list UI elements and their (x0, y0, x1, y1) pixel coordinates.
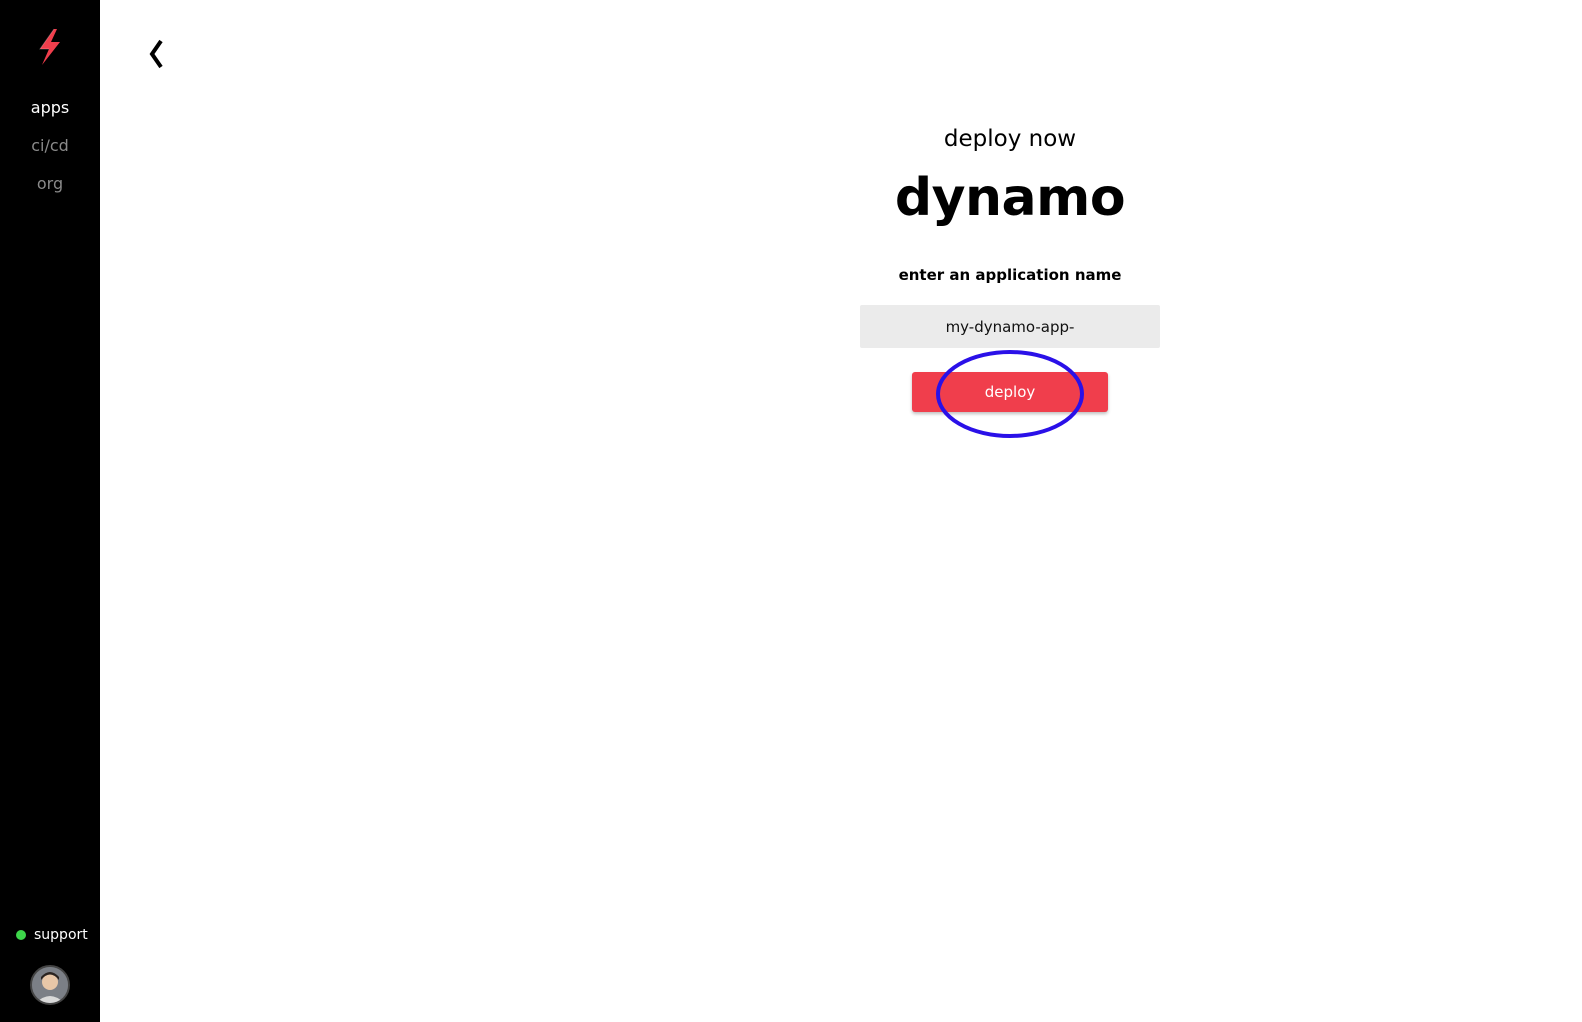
sidebar-item-apps[interactable]: apps (0, 98, 100, 117)
user-avatar[interactable] (30, 965, 70, 1005)
support-label: support (34, 927, 88, 943)
lightning-bolt-icon[interactable] (32, 27, 68, 67)
app-name-input[interactable] (860, 305, 1160, 348)
support-link[interactable]: support (16, 927, 88, 943)
chevron-left-icon (146, 38, 166, 74)
sidebar-item-org[interactable]: org (0, 174, 100, 193)
app-root: apps ci/cd org support deploy now dynamo… (0, 0, 1582, 1022)
deploy-button[interactable]: deploy (912, 372, 1108, 412)
app-name-label: enter an application name (898, 266, 1122, 284)
back-button[interactable] (140, 36, 172, 76)
sidebar-item-cicd[interactable]: ci/cd (0, 136, 100, 155)
page-subtitle: deploy now (943, 126, 1077, 152)
page-title: dynamo (894, 168, 1126, 228)
sidebar: apps ci/cd org support (0, 0, 100, 1022)
status-online-dot (16, 930, 26, 940)
